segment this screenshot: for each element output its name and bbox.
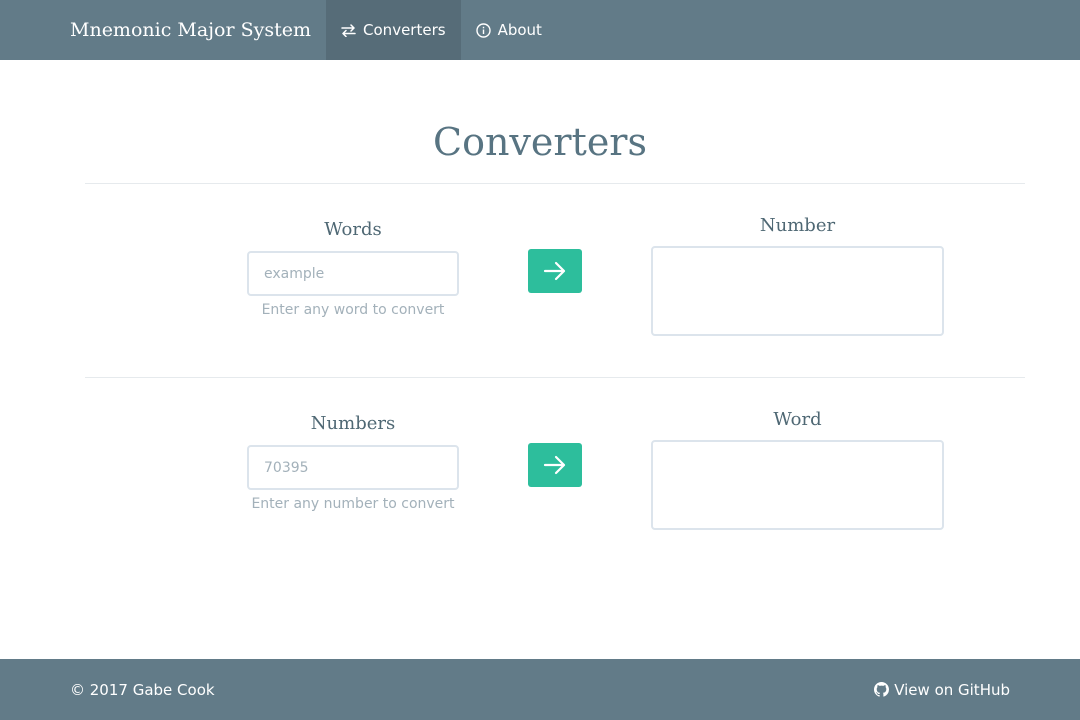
- word-output: [651, 440, 944, 530]
- divider: [85, 377, 1025, 378]
- info-circle-icon: [475, 22, 491, 38]
- nav-item-label: Converters: [363, 21, 446, 39]
- navbar: Mnemonic Major System Converters About: [0, 0, 1080, 60]
- nav-item-label: About: [497, 21, 542, 39]
- main-content: Converters Words Enter any word to conve…: [0, 60, 1080, 659]
- numbers-help-text: Enter any number to convert: [251, 496, 455, 512]
- numbers-input[interactable]: [247, 445, 459, 490]
- swap-arrows-icon: [341, 23, 356, 37]
- nav-item-about[interactable]: About: [461, 0, 557, 60]
- numbers-label: Numbers: [310, 413, 396, 434]
- number-output: [651, 246, 944, 336]
- number-output-label: Number: [759, 215, 836, 236]
- page-title: Converters: [433, 120, 647, 164]
- nav-item-converters[interactable]: Converters: [326, 0, 461, 60]
- word-output-label: Word: [773, 409, 822, 430]
- words-input[interactable]: [247, 251, 459, 296]
- arrow-right-icon: [543, 455, 566, 475]
- github-icon: [874, 682, 890, 697]
- divider: [85, 183, 1025, 184]
- words-label: Words: [324, 219, 382, 240]
- brand-link[interactable]: Mnemonic Major System: [70, 0, 326, 60]
- words-help-text: Enter any word to convert: [261, 302, 445, 318]
- convert-numbers-button[interactable]: [528, 443, 582, 487]
- github-link-label: View on GitHub: [894, 680, 1010, 699]
- convert-words-button[interactable]: [528, 249, 582, 293]
- github-link[interactable]: View on GitHub: [874, 659, 1010, 720]
- copyright-text: © 2017 Gabe Cook: [70, 680, 215, 699]
- footer: © 2017 Gabe Cook View on GitHub: [0, 659, 1080, 720]
- arrow-right-icon: [543, 261, 566, 281]
